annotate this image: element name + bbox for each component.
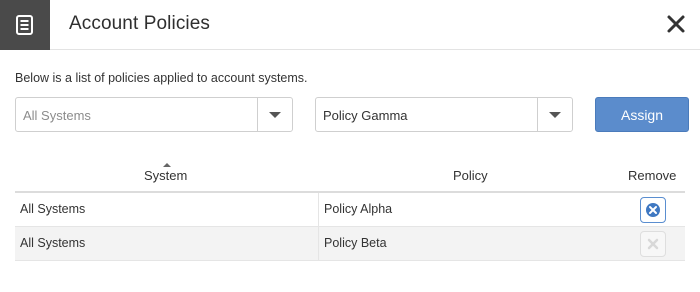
dialog-title: Account Policies (69, 13, 211, 34)
system-select[interactable]: All Systems (15, 97, 293, 132)
policy-select-value: Policy Gamma (323, 108, 408, 123)
dialog-header: Account Policies (0, 0, 700, 50)
policy-select-toggle[interactable] (537, 98, 572, 131)
sort-ascending-icon (163, 163, 171, 167)
close-icon (647, 238, 659, 250)
column-divider (318, 227, 319, 261)
header-icon-box (0, 0, 50, 50)
system-select-toggle[interactable] (257, 98, 292, 131)
column-divider (318, 193, 319, 227)
cell-policy: Policy Alpha (324, 202, 393, 216)
table-row: All Systems Policy Alpha (15, 193, 685, 227)
column-header-remove: Remove (628, 168, 677, 183)
policies-table: System Policy Remove All Systems Policy … (15, 160, 685, 261)
assign-button[interactable]: Assign (595, 97, 689, 132)
system-select-value: All Systems (23, 108, 91, 123)
remove-circle-icon (646, 203, 660, 217)
column-header-policy[interactable]: Policy (453, 168, 488, 183)
chevron-down-icon (269, 111, 281, 118)
cell-system: All Systems (20, 202, 86, 216)
close-button[interactable] (666, 14, 686, 34)
remove-button[interactable] (640, 197, 666, 223)
chevron-down-icon (549, 111, 561, 118)
description-text: Below is a list of policies applied to a… (15, 71, 308, 85)
table-row: All Systems Policy Beta (15, 227, 685, 261)
cell-system: All Systems (20, 236, 86, 250)
policy-select[interactable]: Policy Gamma (315, 97, 573, 132)
remove-button-disabled (640, 231, 666, 257)
table-header: System Policy Remove (15, 160, 685, 193)
column-header-system[interactable]: System (144, 168, 187, 183)
cell-policy: Policy Beta (324, 236, 387, 250)
close-icon (667, 15, 685, 33)
document-list-icon (16, 15, 33, 35)
